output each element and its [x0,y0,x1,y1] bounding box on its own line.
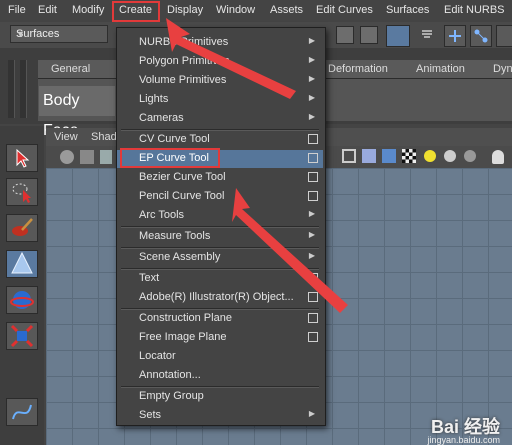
arrow-to-create-icon [166,18,296,99]
annotation-arrows [166,18,348,313]
watermark-url: jingyan.baidu.com [427,435,500,445]
arrow-to-ep-curve-icon [232,188,348,313]
